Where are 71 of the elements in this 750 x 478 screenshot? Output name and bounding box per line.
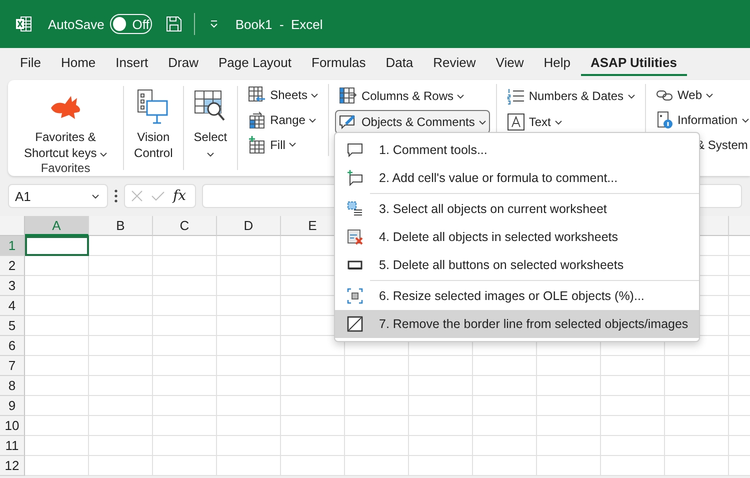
ribbon-button[interactable]: Fill	[244, 133, 322, 156]
save-icon[interactable]	[166, 16, 182, 32]
ribbon-tab[interactable]: ASAP Utilities	[580, 50, 687, 76]
ribbon-button[interactable]: Range	[244, 108, 322, 132]
autosave-label: AutoSave	[48, 16, 104, 32]
menu-item[interactable]: 1. Comment tools...	[335, 136, 699, 164]
chevron-icon	[92, 194, 99, 198]
spreadsheet-app-icon	[16, 16, 32, 32]
menu-item[interactable]: 6. Resize selected images or OLE objects (%)...	[335, 282, 699, 310]
more-icon[interactable]	[114, 189, 118, 203]
menu-item[interactable]: 5. Delete all buttons on selected worksheets	[335, 251, 699, 279]
columns-icon	[339, 87, 358, 105]
check-icon[interactable]	[151, 190, 165, 202]
ribbon-button[interactable]: Vision Control	[132, 86, 175, 161]
border-slash-icon	[347, 316, 363, 332]
comment-icon	[347, 142, 363, 158]
ribbon-button[interactable]: Text	[502, 110, 639, 134]
row-header[interactable]: 4	[0, 296, 25, 316]
ribbon-tab[interactable]: Page Layout	[208, 50, 302, 76]
ribbon-button[interactable]: Web	[652, 84, 750, 107]
presentation-icon	[137, 89, 170, 125]
numbered-list-icon	[506, 87, 525, 105]
row-header[interactable]: 3	[0, 276, 25, 296]
group-label: Favorites	[40, 161, 90, 175]
ribbon-button[interactable]: Columns & Rows	[335, 84, 490, 108]
column-header[interactable]: C	[153, 216, 217, 236]
ribbon-tab[interactable]: File	[10, 50, 51, 76]
ribbon-tab[interactable]: Insert	[106, 50, 158, 76]
ribbon-tab[interactable]: Home	[50, 50, 106, 76]
row-header[interactable]: 11	[0, 436, 25, 456]
column-header[interactable]: B	[89, 216, 153, 236]
ribbon-button[interactable]: Objects & Comments	[335, 110, 490, 134]
row-header[interactable]: 10	[0, 416, 25, 436]
sheet-arrow-icon	[248, 86, 266, 104]
cancel-icon[interactable]	[131, 190, 143, 202]
row-header[interactable]: 5	[0, 316, 25, 336]
ribbon-tab[interactable]: Help	[534, 50, 580, 76]
ribbon-button[interactable]: Select	[192, 86, 230, 161]
menu-item[interactable]: 7. Remove the border line from selected objects/images	[335, 310, 699, 338]
autosave-toggle[interactable]: Off	[110, 14, 152, 34]
ribbon-button[interactable]: Favorites & Shortcut keys	[22, 86, 110, 161]
select-all-corner[interactable]	[0, 216, 25, 236]
ribbon-tab[interactable]: View	[486, 50, 534, 76]
ribbon-tab[interactable]: Review	[423, 50, 486, 76]
ribbon-tab[interactable]: Formulas	[302, 50, 376, 76]
ribbon-button[interactable]: Sheets	[244, 84, 322, 107]
customize-dropdown-icon[interactable]	[209, 20, 220, 28]
comment-pencil-icon	[339, 113, 358, 131]
active-cell[interactable]	[25, 236, 89, 256]
menu-item[interactable]: 2. Add cell's value or formula to comment...	[335, 164, 699, 192]
add-comment-icon	[347, 170, 363, 186]
name-box[interactable]: A1	[8, 184, 108, 208]
ribbon-button[interactable]: Information	[652, 108, 750, 132]
info-document-icon	[656, 111, 674, 129]
range-icon	[248, 111, 266, 129]
row-header[interactable]: 7	[0, 356, 25, 376]
row-header[interactable]: 6	[0, 336, 25, 356]
row-header[interactable]: 8	[0, 376, 25, 396]
row-header[interactable]: 9	[0, 396, 25, 416]
resize-icon	[347, 288, 363, 304]
fill-grid-icon	[248, 136, 266, 154]
select-objects-icon	[347, 201, 363, 217]
ribbon-tab[interactable]: Data	[376, 50, 424, 76]
ribbon-button[interactable]: Numbers & Dates	[502, 84, 639, 108]
insert-function-button[interactable]: fx	[173, 188, 186, 204]
delete-picture-icon	[347, 229, 363, 245]
window-title: Book1 - Excel	[235, 16, 323, 32]
row-header[interactable]: 12	[0, 456, 25, 476]
row-header[interactable]: 2	[0, 256, 25, 276]
column-header[interactable]: D	[217, 216, 281, 236]
ribbon-tab[interactable]: Draw	[158, 50, 208, 76]
